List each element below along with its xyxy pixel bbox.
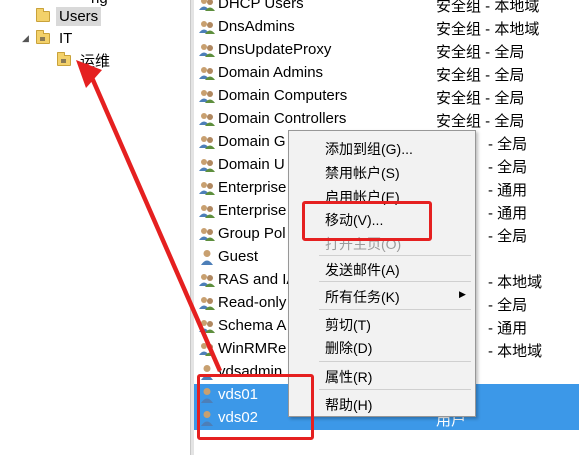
- annotation-arrow: [76, 60, 222, 372]
